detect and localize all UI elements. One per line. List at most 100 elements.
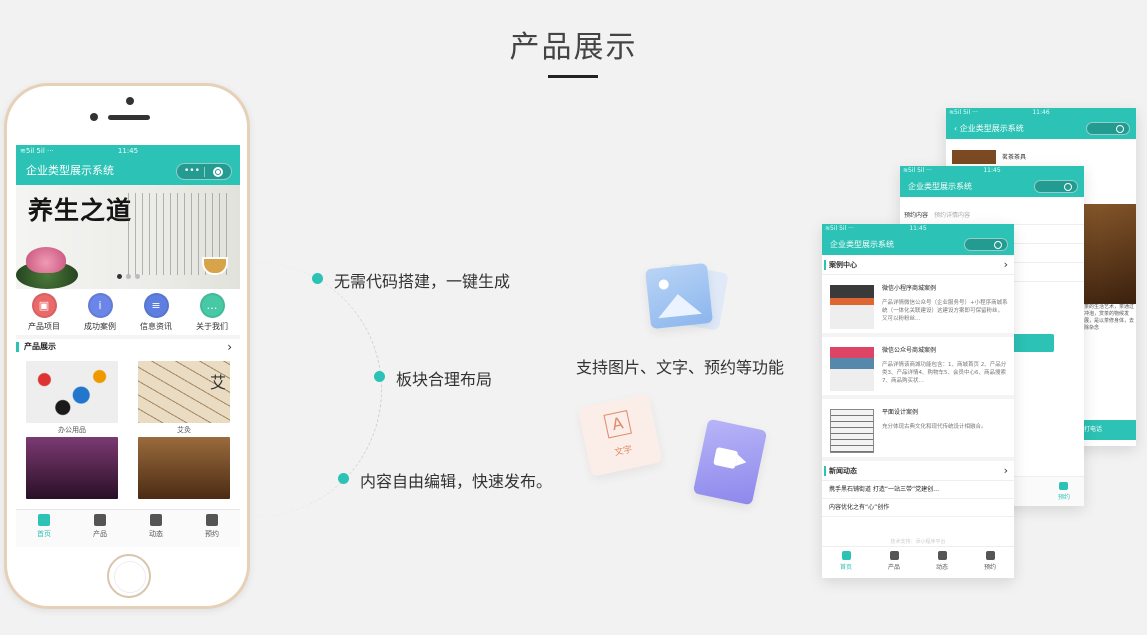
product-card[interactable]: 办公用品: [26, 361, 118, 437]
tab-label: 预约: [983, 564, 996, 571]
bullet-dot: [374, 371, 385, 382]
case-thumbnail: [830, 347, 874, 391]
product-card[interactable]: [26, 437, 118, 499]
status-time: 11:45: [117, 147, 139, 155]
case-thumbnail: [830, 409, 874, 453]
case-title: 微信小程序商城案例: [882, 285, 937, 292]
quick-nav-label: 成功案例: [84, 322, 116, 331]
status-bar: ≋5il 5il ··· 11:45: [900, 166, 1084, 176]
news-icon: [937, 551, 947, 560]
tab-label: 预约: [1057, 494, 1070, 501]
home-icon: [38, 514, 50, 526]
news-item[interactable]: 携手黑石铺街道 打造“一站三带”党建创…: [822, 481, 1014, 499]
app-bar: 企业类型展示系统: [900, 176, 1084, 197]
phone-camera: [126, 97, 134, 105]
title-underline: [548, 75, 598, 78]
tab-label: 产品: [887, 564, 900, 571]
tab-products[interactable]: 产品: [870, 547, 918, 578]
phone-home-button: [107, 554, 151, 598]
case-item[interactable]: 微信小程序商城案例 产品详情微信公众号（企业服务号）+小程序商城系统（一体化关联…: [822, 275, 1014, 337]
tab-label: 动态: [935, 564, 948, 571]
mini-screen-cases: ≋5il 5il ··· 11:45 企业类型展示系统 案例中心 › 微信小程序…: [822, 224, 1014, 578]
section-title: 案例中心: [829, 261, 857, 269]
case-title: 微信公众号商城案例: [882, 347, 937, 354]
case-thumbnail: [830, 285, 874, 329]
tab-products[interactable]: 产品: [72, 510, 128, 547]
phone-sensor: [90, 113, 98, 121]
app-title: 企业类型展示系统: [26, 164, 114, 177]
capsule-menu[interactable]: [1034, 180, 1078, 193]
image-icon: [645, 262, 713, 330]
footer-note: 技术支持：添小程序平台: [890, 539, 946, 545]
capsule-menu[interactable]: [964, 238, 1008, 251]
product-image: [26, 437, 118, 499]
section-header-cases[interactable]: 案例中心 ›: [822, 255, 1014, 275]
box-icon: [94, 514, 106, 526]
product-name: 办公用品: [58, 426, 86, 434]
section-title: 产品展示: [24, 342, 56, 351]
status-bar: ≋5il 5il ··· 11:45: [822, 224, 1014, 234]
quick-nav-label: 产品项目: [28, 322, 60, 331]
app-title: ‹ 企业类型展示系统: [954, 124, 1024, 133]
chevron-right-icon[interactable]: ›: [1004, 461, 1008, 481]
tab-news[interactable]: 动态: [918, 547, 966, 578]
form-placeholder: 预约详情内容: [934, 212, 971, 219]
bullet-dot: [338, 473, 349, 484]
booking-form-row[interactable]: 预约内容 预约详情内容: [900, 207, 1084, 225]
tab-home[interactable]: 首页: [16, 510, 72, 547]
tab-label: 预约: [205, 530, 219, 538]
quick-nav-cases[interactable]: i 成功案例: [72, 293, 128, 335]
dashed-arc-divider: [170, 262, 382, 517]
banner-calligraphy: 养生之道: [28, 196, 133, 225]
form-label: 预约内容: [904, 212, 929, 219]
app-bar: 企业类型展示系统: [822, 234, 1014, 255]
capsule-menu[interactable]: •••: [176, 163, 232, 180]
case-item[interactable]: 微信公众号商城案例 产品详情该商城功能包含：1、商城首页 2、产品分类3、产品详…: [822, 337, 1014, 399]
tab-booking[interactable]: 预约: [966, 547, 1014, 578]
message-icon: [985, 551, 995, 560]
document-icon: ≡: [143, 293, 169, 318]
home-icon: [841, 551, 851, 560]
capsule-menu[interactable]: [1086, 122, 1130, 135]
case-desc: 产品详情该商城功能包含：1、商城首页 2、产品分类3、产品详情4、购物车5、会员…: [882, 362, 1007, 384]
text-icon: A 文字: [577, 393, 663, 477]
news-icon: [150, 514, 162, 526]
quick-nav-products[interactable]: ▣ 产品项目: [16, 293, 72, 335]
support-text: 支持图片、文字、预约等功能: [576, 358, 785, 377]
status-bar: ≋5il 5il ··· 11:46: [946, 108, 1136, 118]
app-bar: ‹ 企业类型展示系统: [946, 118, 1136, 139]
status-time: 11:45: [983, 167, 1001, 174]
news-item[interactable]: 内容优化之有“心”创作: [822, 499, 1014, 517]
video-icon: [692, 418, 768, 506]
case-title: 平面设计案例: [882, 409, 919, 416]
app-title: 企业类型展示系统: [830, 240, 894, 249]
status-time: 11:45: [909, 225, 927, 232]
message-icon: [1059, 482, 1069, 490]
phone-speaker: [108, 115, 150, 120]
close-mini-program-icon[interactable]: [213, 167, 223, 177]
more-icon[interactable]: •••: [184, 167, 200, 176]
tab-booking[interactable]: 预约: [1058, 482, 1070, 501]
tab-label: 首页: [839, 564, 852, 571]
feature-text: 无需代码搭建，一键生成: [334, 272, 511, 291]
info-icon: i: [87, 293, 113, 318]
section-title: 新闻动态: [829, 467, 857, 475]
box-icon: [889, 551, 899, 560]
case-item[interactable]: 平面设计案例 充分体现古典文化和现代传统设计相融合。: [822, 399, 1014, 461]
case-desc: 产品详情微信公众号（企业服务号）+小程序商城系统（一体化关联建设）这建设方案即可…: [882, 300, 1008, 322]
app-bar: 企业类型展示系统 •••: [16, 157, 240, 185]
feature-text: 内容自由编辑，快速发布。: [360, 472, 553, 491]
cube-icon: ▣: [31, 293, 57, 318]
product-image: [26, 361, 118, 423]
section-header-news[interactable]: 新闻动态 ›: [822, 461, 1014, 481]
tea-label: 茗茶茶具: [1002, 154, 1027, 161]
status-time: 11:46: [1032, 109, 1050, 116]
feature-text: 板块合理布局: [396, 370, 493, 389]
tab-label: 产品: [93, 530, 107, 538]
tab-home[interactable]: 首页: [822, 547, 870, 578]
app-title: 企业类型展示系统: [908, 182, 972, 191]
tab-label: 动态: [149, 530, 163, 538]
article-text: 茶的生活艺术，茶通过冲泡，赏茶的物候发展，是以茶修身体，去除杂念: [1084, 304, 1135, 331]
chevron-right-icon[interactable]: ›: [1004, 255, 1008, 275]
tab-label: 首页: [37, 530, 51, 538]
